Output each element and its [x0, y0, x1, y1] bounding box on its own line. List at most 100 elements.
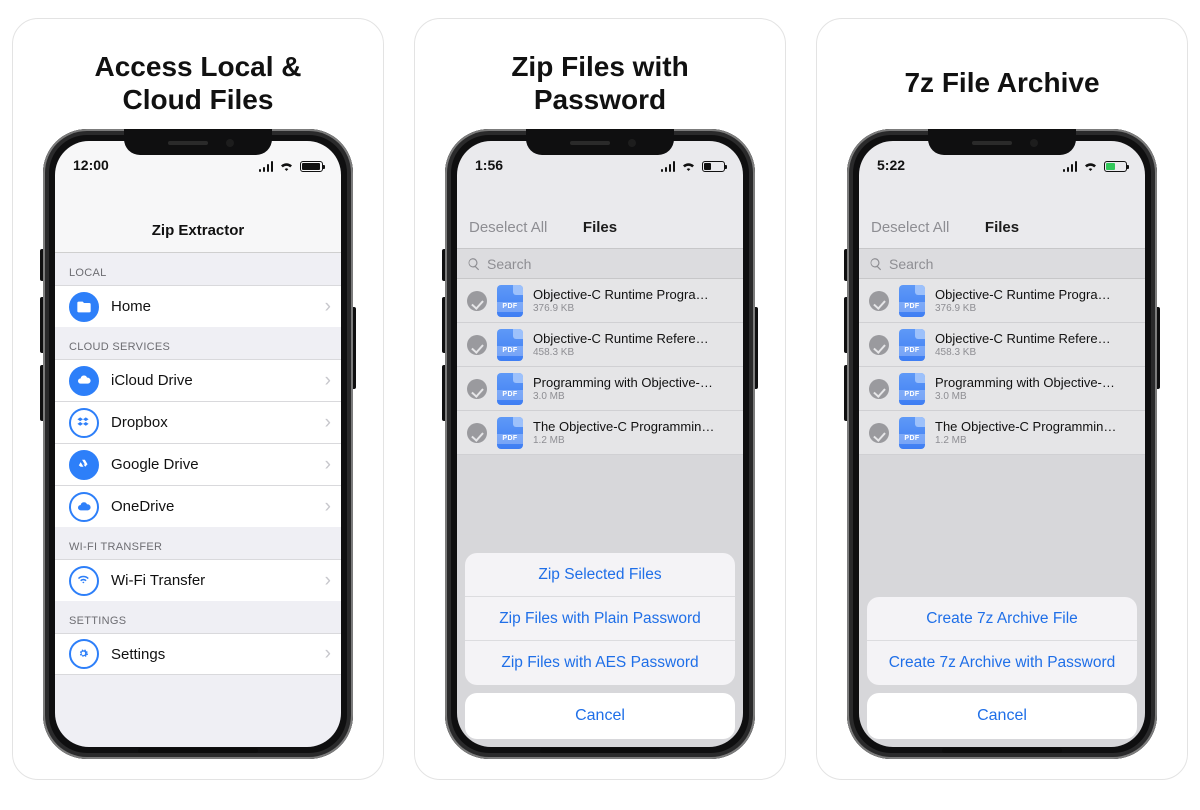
file-row[interactable]: Objective-C Runtime Reference.pdf458.3 K…	[457, 323, 743, 367]
dropbox-icon	[69, 408, 99, 438]
search-icon	[869, 257, 883, 271]
nav-bar: Deselect All Files	[457, 175, 743, 249]
signal-icon	[259, 161, 274, 172]
checkmark-icon[interactable]	[467, 335, 487, 355]
file-row[interactable]: Objective-C Runtime Reference.pdf458.3 K…	[859, 323, 1145, 367]
file-list[interactable]: Objective-C Runtime Programmin…376.9 KBO…	[859, 279, 1145, 455]
row-label: OneDrive	[111, 498, 325, 515]
device-frame: 12:00 Zip Extractor LOCAL	[43, 129, 353, 759]
wifi-icon	[279, 160, 294, 173]
pdf-file-icon	[899, 329, 925, 361]
status-time: 1:56	[475, 157, 503, 173]
chevron-right-icon: ›	[325, 570, 331, 592]
file-row[interactable]: The Objective-C Programming Lan…1.2 MB	[859, 411, 1145, 455]
home-indicator[interactable]	[540, 748, 660, 753]
action-sheet-item[interactable]: Zip Files with AES Password	[465, 641, 735, 685]
row-onedrive[interactable]: OneDrive ›	[55, 485, 341, 527]
checkmark-icon[interactable]	[467, 379, 487, 399]
pdf-file-icon	[899, 373, 925, 405]
settings-list[interactable]: LOCAL Home › CLOUD SERVICES iCloud Dri	[55, 253, 341, 747]
search-input[interactable]: Search	[457, 249, 743, 279]
file-row[interactable]: Objective-C Runtime Programmin…376.9 KB	[457, 279, 743, 323]
section-header-cloud: CLOUD SERVICES	[55, 327, 341, 359]
chevron-right-icon: ›	[325, 454, 331, 476]
file-size: 458.3 KB	[935, 347, 1117, 358]
nav-bar: Zip Extractor	[55, 175, 341, 253]
file-name: Programming with Objective-C.pdf	[533, 375, 715, 390]
chevron-right-icon: ›	[325, 496, 331, 518]
wifi-icon	[1083, 160, 1098, 173]
promo-card-2: Zip Files with Password 1:56 Deselec	[414, 18, 786, 780]
row-icloud[interactable]: iCloud Drive ›	[55, 359, 341, 401]
file-name: The Objective-C Programming Lan…	[935, 419, 1117, 434]
action-sheet-item[interactable]: Zip Selected Files	[465, 553, 735, 597]
promo-card-3: 7z File Archive 5:22 Deselect All	[816, 18, 1188, 780]
notch	[526, 129, 674, 155]
row-wifi-transfer[interactable]: Wi-Fi Transfer ›	[55, 559, 341, 601]
notch	[928, 129, 1076, 155]
file-row[interactable]: Programming with Objective-C.pdf3.0 MB	[859, 367, 1145, 411]
file-row[interactable]: Objective-C Runtime Programmin…376.9 KB	[859, 279, 1145, 323]
status-time: 12:00	[73, 157, 109, 173]
file-name: Programming with Objective-C.pdf	[935, 375, 1117, 390]
checkmark-icon[interactable]	[869, 379, 889, 399]
file-name: Objective-C Runtime Reference.pdf	[935, 331, 1117, 346]
action-sheet: Create 7z Archive FileCreate 7z Archive …	[867, 597, 1137, 739]
battery-icon	[1104, 161, 1127, 172]
file-size: 3.0 MB	[533, 391, 715, 402]
action-sheet-item[interactable]: Create 7z Archive File	[867, 597, 1137, 641]
battery-icon	[300, 161, 323, 172]
row-settings[interactable]: Settings ›	[55, 633, 341, 675]
promo-title: 7z File Archive	[904, 37, 1099, 129]
pdf-file-icon	[497, 417, 523, 449]
search-input[interactable]: Search	[859, 249, 1145, 279]
file-size: 3.0 MB	[935, 391, 1117, 402]
file-row[interactable]: The Objective-C Programming Lan…1.2 MB	[457, 411, 743, 455]
home-indicator[interactable]	[138, 748, 258, 753]
checkmark-icon[interactable]	[869, 291, 889, 311]
pdf-file-icon	[899, 285, 925, 317]
action-sheet-item[interactable]: Zip Files with Plain Password	[465, 597, 735, 641]
notch	[124, 129, 272, 155]
search-icon	[467, 257, 481, 271]
home-indicator[interactable]	[942, 748, 1062, 753]
wifi-icon	[681, 160, 696, 173]
signal-icon	[661, 161, 676, 172]
cancel-button[interactable]: Cancel	[465, 693, 735, 739]
signal-icon	[1063, 161, 1078, 172]
device-frame: 1:56 Deselect All Files S	[445, 129, 755, 759]
nav-title: Files	[859, 219, 1145, 236]
row-label: Settings	[111, 646, 325, 663]
checkmark-icon[interactable]	[467, 423, 487, 443]
row-label: Google Drive	[111, 456, 325, 473]
device-screen: 12:00 Zip Extractor LOCAL	[55, 141, 341, 747]
action-sheet: Zip Selected FilesZip Files with Plain P…	[465, 553, 735, 739]
file-name: The Objective-C Programming Lan…	[533, 419, 715, 434]
action-sheet-item[interactable]: Create 7z Archive with Password	[867, 641, 1137, 685]
section-header-wifi: WI-FI TRANSFER	[55, 527, 341, 559]
nav-title: Files	[457, 219, 743, 236]
checkmark-icon[interactable]	[869, 423, 889, 443]
cloud-icon	[69, 366, 99, 396]
search-placeholder: Search	[487, 256, 531, 272]
chevron-right-icon: ›	[325, 296, 331, 318]
file-size: 1.2 MB	[935, 435, 1117, 446]
checkmark-icon[interactable]	[467, 291, 487, 311]
onedrive-icon	[69, 492, 99, 522]
promo-title: Access Local & Cloud Files	[95, 37, 302, 129]
row-gdrive[interactable]: Google Drive ›	[55, 443, 341, 485]
cancel-button[interactable]: Cancel	[867, 693, 1137, 739]
file-row[interactable]: Programming with Objective-C.pdf3.0 MB	[457, 367, 743, 411]
checkmark-icon[interactable]	[869, 335, 889, 355]
chevron-right-icon: ›	[325, 412, 331, 434]
row-dropbox[interactable]: Dropbox ›	[55, 401, 341, 443]
file-size: 376.9 KB	[935, 303, 1117, 314]
file-size: 1.2 MB	[533, 435, 715, 446]
device-screen: 1:56 Deselect All Files S	[457, 141, 743, 747]
battery-icon	[702, 161, 725, 172]
pdf-file-icon	[497, 285, 523, 317]
row-home[interactable]: Home ›	[55, 285, 341, 327]
file-size: 376.9 KB	[533, 303, 715, 314]
file-list[interactable]: Objective-C Runtime Programmin…376.9 KBO…	[457, 279, 743, 455]
file-name: Objective-C Runtime Programmin…	[935, 287, 1117, 302]
